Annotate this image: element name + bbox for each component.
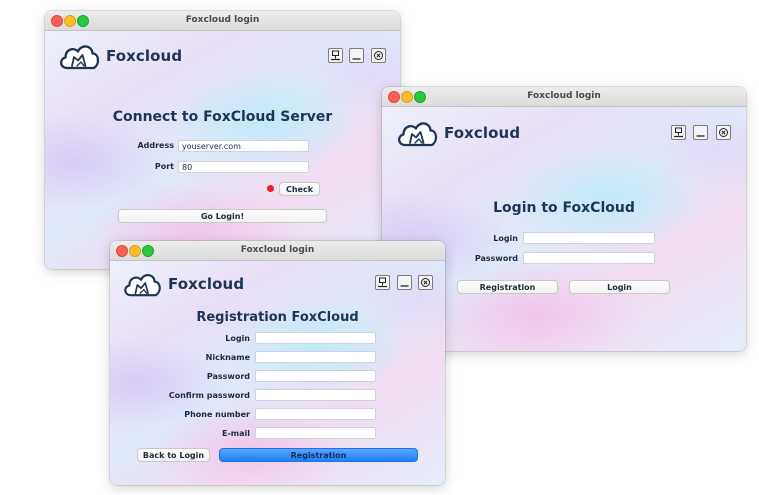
login-label: Login [225, 334, 250, 343]
login-button[interactable]: Login [569, 280, 670, 294]
brand-logo: Foxcloud [57, 41, 182, 71]
go-login-button[interactable]: Go Login! [118, 209, 327, 223]
registration-submit-button[interactable]: Registration [219, 448, 418, 462]
password-input[interactable] [523, 252, 655, 264]
address-label: Address [137, 141, 174, 150]
close-circle-icon [374, 51, 383, 60]
cloud-fox-logo-icon [60, 45, 100, 70]
port-label: Port [154, 162, 174, 171]
minimize-button[interactable] [349, 48, 364, 63]
back-to-login-button[interactable]: Back to Login [137, 448, 210, 462]
brand-logo: Foxcloud [395, 118, 520, 148]
cloud-fox-logo-icon [124, 274, 161, 297]
page-title: Registration FoxCloud [196, 310, 359, 325]
address-input[interactable] [178, 140, 309, 152]
network-button[interactable] [375, 275, 390, 290]
connection-status-indicator [267, 185, 274, 192]
close-button[interactable] [418, 275, 433, 290]
email-label: E-mail [221, 429, 250, 438]
close-button[interactable] [371, 48, 386, 63]
minimize-icon [352, 58, 361, 60]
registration-button[interactable]: Registration [457, 280, 558, 294]
window-title: Foxcloud login [185, 15, 260, 25]
connect-window-titlebar[interactable]: Foxcloud login [45, 11, 400, 31]
login-window-titlebar[interactable]: Foxcloud login [382, 87, 746, 107]
login-input[interactable] [255, 332, 376, 344]
nickname-input[interactable] [255, 351, 376, 363]
brand-name: Foxcloud [106, 47, 183, 65]
port-input[interactable] [178, 161, 309, 173]
phone-number-input[interactable] [255, 408, 376, 420]
minimize-button[interactable] [397, 275, 412, 290]
minimize-button[interactable] [693, 125, 708, 140]
registration-window: Foxcloud login Foxcloud Registration Fox… [110, 241, 445, 485]
close-button[interactable] [716, 125, 731, 140]
login-input[interactable] [523, 232, 655, 244]
check-button[interactable]: Check [279, 182, 320, 196]
brand-logo: Foxcloud [121, 270, 244, 298]
brand-name: Foxcloud [444, 124, 521, 142]
login-label: Login [493, 234, 518, 243]
page-title: Login to FoxCloud [493, 200, 635, 216]
password-input[interactable] [255, 370, 376, 382]
brand-name: Foxcloud [168, 275, 245, 293]
network-icon [674, 127, 683, 138]
window-title: Foxcloud login [527, 91, 601, 101]
window-title: Foxcloud login [240, 245, 315, 255]
password-label: Password [206, 372, 250, 381]
network-icon [331, 50, 340, 61]
cloud-fox-logo-icon [398, 122, 438, 147]
minimize-icon [696, 135, 705, 137]
network-icon [378, 277, 387, 288]
confirm-password-input[interactable] [255, 389, 376, 401]
network-button[interactable] [671, 125, 686, 140]
nickname-label: Nickname [205, 353, 250, 362]
password-label: Password [474, 254, 518, 263]
close-circle-icon [719, 128, 728, 137]
minimize-icon [400, 285, 409, 287]
network-button[interactable] [328, 48, 343, 63]
email-input[interactable] [255, 427, 376, 439]
phone-number-label: Phone number [184, 410, 250, 419]
close-circle-icon [421, 278, 430, 287]
connect-window: Foxcloud login Foxcloud Connect to FoxCl… [45, 11, 400, 269]
page-title: Connect to FoxCloud Server [112, 109, 333, 125]
registration-window-titlebar[interactable]: Foxcloud login [110, 241, 445, 261]
confirm-password-label: Confirm password [168, 391, 250, 400]
